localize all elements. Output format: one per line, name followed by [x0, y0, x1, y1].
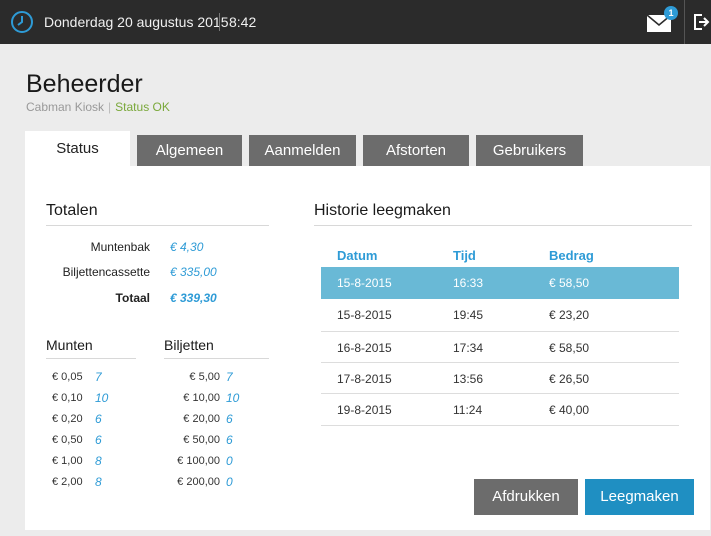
coin-count: 8 — [95, 454, 102, 468]
coin-denomination: € 1,00 — [52, 455, 83, 467]
divider — [314, 225, 692, 226]
totaal-value: € 339,30 — [170, 291, 217, 305]
top-bar: Donderdag 20 augustus 2015 8:42 1 — [0, 0, 711, 44]
divider — [46, 358, 136, 359]
coin-denomination: € 0,10 — [52, 392, 83, 404]
bill-denomination: € 200,00 — [177, 476, 220, 488]
tab-gebruikers[interactable]: Gebruikers — [476, 135, 583, 166]
divider — [46, 225, 269, 226]
table-row[interactable]: 15-8-2015 19:45 € 23,20 — [321, 299, 679, 331]
cell-tijd: 17:34 — [453, 341, 484, 355]
bill-denomination: € 100,00 — [177, 455, 220, 467]
column-header-datum: Datum — [337, 248, 378, 263]
divider — [684, 0, 685, 44]
divider — [164, 358, 269, 359]
cell-bedrag: € 58,50 — [549, 341, 590, 355]
status-text: Status OK — [115, 100, 170, 114]
page-title: Beheerder — [26, 70, 143, 98]
current-date: Donderdag 20 augustus 2015 — [44, 14, 229, 30]
table-row[interactable]: 19-8-2015 11:24 € 40,00 — [321, 394, 679, 426]
mail-badge: 1 — [664, 6, 678, 20]
bill-count: 0 — [226, 475, 233, 489]
coin-count: 6 — [95, 433, 102, 447]
tab-status[interactable]: Status — [25, 131, 130, 167]
coin-denomination: € 0,50 — [52, 434, 83, 446]
bill-denomination: € 10,00 — [183, 392, 220, 404]
table-row[interactable]: 17-8-2015 13:56 € 26,50 — [321, 363, 679, 395]
cell-datum: 17-8-2015 — [337, 372, 392, 386]
munten-heading: Munten — [46, 337, 93, 353]
coin-count: 6 — [95, 412, 102, 426]
bill-count: 0 — [226, 454, 233, 468]
totaal-label: Totaal — [115, 291, 150, 305]
cell-bedrag: € 26,50 — [549, 372, 590, 386]
coin-count: 7 — [95, 370, 102, 384]
bill-denomination: € 5,00 — [189, 371, 220, 383]
divider — [321, 425, 679, 426]
historie-heading: Historie leegmaken — [314, 202, 451, 219]
cell-datum: 19-8-2015 — [337, 403, 392, 417]
divider — [219, 13, 220, 31]
print-button[interactable]: Afdrukken — [474, 479, 578, 515]
cell-tijd: 11:24 — [453, 403, 483, 417]
coin-denomination: € 2,00 — [52, 476, 83, 488]
totalen-label: Biljettencassette — [62, 265, 150, 279]
table-row[interactable]: 16-8-2015 17:34 € 58,50 — [321, 332, 679, 364]
coin-denomination: € 0,05 — [52, 371, 83, 383]
tab-algemeen[interactable]: Algemeen — [137, 135, 242, 166]
cell-tijd: 16:33 — [453, 276, 484, 290]
tab-aanmelden[interactable]: Aanmelden — [249, 135, 356, 166]
cell-tijd: 13:56 — [453, 372, 484, 386]
cell-tijd: 19:45 — [453, 308, 484, 322]
kiosk-status: Cabman Kiosk | Status OK — [26, 100, 170, 114]
cell-datum: 15-8-2015 — [337, 308, 392, 322]
cell-datum: 15-8-2015 — [337, 276, 392, 290]
bill-denomination: € 20,00 — [183, 413, 220, 425]
clock-icon — [11, 11, 33, 33]
coin-denomination: € 0,20 — [52, 413, 83, 425]
totalen-value: € 4,30 — [170, 240, 204, 254]
totalen-label: Muntenbak — [90, 240, 150, 254]
bill-count: 7 — [226, 370, 233, 384]
table-row[interactable]: 15-8-2015 16:33 € 58,50 — [321, 267, 679, 299]
totalen-value: € 335,00 — [170, 265, 217, 279]
kiosk-name: Cabman Kiosk — [26, 100, 105, 114]
empty-button[interactable]: Leegmaken — [585, 479, 694, 515]
bill-count: 6 — [226, 412, 233, 426]
bill-count: 10 — [226, 391, 240, 405]
logout-icon[interactable] — [692, 13, 710, 31]
cell-bedrag: € 23,20 — [549, 308, 590, 322]
coin-count: 10 — [95, 391, 109, 405]
current-time: 8:42 — [229, 14, 257, 30]
cell-datum: 16-8-2015 — [337, 341, 392, 355]
biljetten-heading: Biljetten — [164, 337, 214, 353]
cell-bedrag: € 40,00 — [549, 403, 590, 417]
totalen-heading: Totalen — [46, 202, 98, 219]
coin-count: 8 — [95, 475, 102, 489]
column-header-tijd: Tijd — [453, 248, 476, 263]
bill-denomination: € 50,00 — [183, 434, 220, 446]
column-header-bedrag: Bedrag — [549, 248, 594, 263]
bill-count: 6 — [226, 433, 233, 447]
cell-bedrag: € 58,50 — [549, 276, 590, 290]
tab-afstorten[interactable]: Afstorten — [363, 135, 469, 166]
divider: | — [108, 100, 112, 114]
